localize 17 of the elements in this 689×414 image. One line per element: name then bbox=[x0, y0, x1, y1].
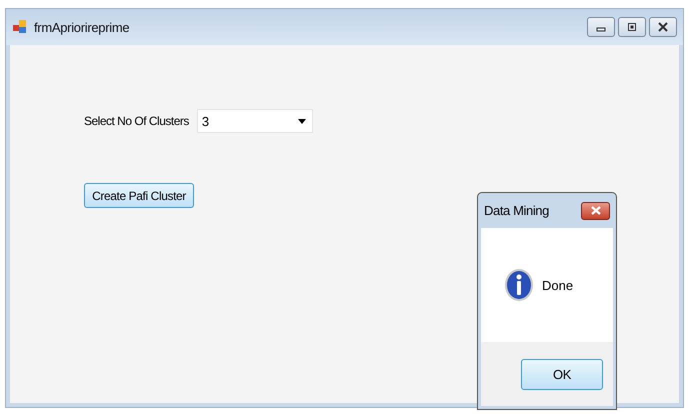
minimize-button[interactable] bbox=[587, 17, 615, 37]
maximize-icon bbox=[627, 22, 637, 32]
ok-button[interactable]: OK bbox=[521, 358, 603, 390]
close-icon bbox=[590, 206, 600, 215]
app-icon bbox=[12, 19, 28, 35]
window-title: frmApriorireprime bbox=[34, 20, 130, 34]
info-icon bbox=[504, 268, 534, 302]
close-button[interactable] bbox=[649, 17, 677, 37]
clusters-label: Select No Of Clusters bbox=[84, 114, 189, 128]
close-button[interactable] bbox=[581, 202, 610, 220]
dropdown-caret-icon bbox=[298, 118, 306, 124]
dialog-title: Data Mining bbox=[484, 203, 549, 218]
clusters-dropdown[interactable]: 3 bbox=[196, 109, 313, 133]
close-icon bbox=[658, 22, 668, 32]
dialog-message: Done bbox=[542, 278, 574, 292]
create-cluster-button[interactable]: Create Pafi Cluster bbox=[84, 183, 194, 208]
maximize-button[interactable] bbox=[618, 17, 646, 37]
